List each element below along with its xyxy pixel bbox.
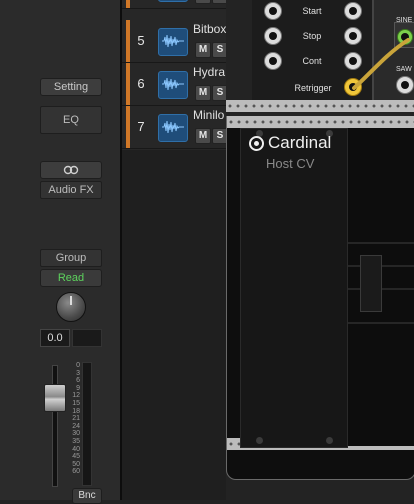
waveform-icon: [162, 34, 184, 48]
link-button[interactable]: [40, 161, 102, 179]
fader-scale-mark: 24: [72, 422, 80, 430]
track-number: 5: [137, 33, 145, 48]
rack-band: [346, 242, 414, 244]
tracks-empty-area[interactable]: [122, 150, 226, 500]
fader-scale-mark: 18: [72, 407, 80, 415]
fader-scale-mark: 21: [72, 415, 80, 423]
fader-scale-mark: 45: [72, 453, 80, 461]
track-number: 6: [137, 76, 145, 91]
volume-fader-handle[interactable]: [44, 384, 66, 412]
track-icon: [158, 0, 188, 2]
mute-button[interactable]: M: [195, 85, 211, 101]
fader-scale-mark: 0: [76, 362, 80, 369]
track-icon: [158, 28, 188, 56]
track-row[interactable]: 4 M S: [122, 0, 228, 9]
patch-cable[interactable]: [350, 36, 414, 96]
track-name[interactable]: Hydra: [193, 65, 226, 79]
fader-scale: 0 3 6 9 12 15 18 21 24 30 35 40 45 50 60: [66, 362, 80, 476]
waveform-icon: [162, 120, 184, 134]
start-output-jack[interactable]: [264, 2, 282, 20]
retrigger-label: Retrigger: [294, 83, 332, 93]
track-color-bar: [126, 63, 130, 105]
pan-knob[interactable]: [56, 292, 86, 322]
waveform-icon: [162, 77, 184, 91]
connector-header: [360, 255, 382, 312]
stop-label: Stop: [302, 31, 322, 41]
eq-slot[interactable]: EQ: [40, 106, 102, 134]
stop-output-jack[interactable]: [264, 27, 282, 45]
panel-screw: [326, 437, 333, 444]
module-subtitle: Host CV: [266, 156, 315, 171]
rack-band: [346, 322, 414, 324]
rack-rail: [227, 116, 414, 128]
start-label: Start: [302, 6, 322, 16]
track-row[interactable]: 6 Hydra M S: [122, 63, 228, 106]
fader-scale-mark: 12: [72, 392, 80, 400]
pan-secondary-field[interactable]: [72, 329, 102, 347]
link-icon: [63, 165, 79, 175]
group-slot[interactable]: Group: [40, 249, 102, 267]
rail-holes: [226, 103, 414, 109]
bounce-button[interactable]: Bnc: [72, 488, 102, 504]
fader-scale-mark: 50: [72, 460, 80, 468]
fader-scale-mark: 60: [72, 468, 80, 476]
rack-rail-top: [226, 100, 414, 112]
fader-scale-mark: 35: [72, 437, 80, 445]
mute-button[interactable]: M: [195, 0, 211, 4]
track-row[interactable]: 5 Bitbox M S: [122, 20, 228, 63]
track-name[interactable]: Bitbox: [193, 22, 226, 36]
panel-screw: [256, 437, 263, 444]
track-icon: [158, 114, 188, 142]
fader-scale-mark: 3: [76, 369, 80, 377]
host-cv-panel[interactable]: [240, 128, 348, 448]
cardinal-logo-icon: [249, 136, 264, 151]
track-color-bar: [126, 106, 130, 148]
track-row[interactable]: 7 Minilo M S: [122, 106, 228, 149]
level-meter: [82, 362, 92, 486]
automation-mode-button[interactable]: Read: [40, 269, 102, 287]
channel-strip: Setting EQ Audio FX Group Read 0.0 0 3 6…: [0, 0, 120, 504]
module-title: Cardinal: [268, 133, 332, 152]
cont-output-jack[interactable]: [264, 52, 282, 70]
fader-scale-mark: 40: [72, 445, 80, 453]
track-color-bar: [126, 0, 130, 8]
track-icon: [158, 71, 188, 99]
fader-scale-mark: 9: [76, 384, 80, 392]
sine-label: SINE: [396, 17, 413, 24]
cont-label: Cont: [302, 56, 322, 66]
audio-fx-slot[interactable]: Audio FX: [40, 181, 102, 199]
fader-scale-mark: 30: [72, 430, 80, 438]
rail-holes: [227, 119, 414, 125]
track-list: 4 M S 5 Bitbox M S 6 Hydra M S 7 Minilo …: [122, 0, 228, 150]
start-input-jack[interactable]: [344, 2, 362, 20]
pan-value[interactable]: 0.0: [40, 329, 70, 347]
track-color-bar: [126, 20, 130, 62]
mute-button[interactable]: M: [195, 42, 211, 58]
mute-button[interactable]: M: [195, 128, 211, 144]
track-number: 7: [137, 119, 145, 134]
setting-button[interactable]: Setting: [40, 78, 102, 96]
track-name[interactable]: Minilo: [193, 108, 226, 122]
fader-scale-mark: 6: [76, 377, 80, 385]
fader-scale-mark: 15: [72, 399, 80, 407]
